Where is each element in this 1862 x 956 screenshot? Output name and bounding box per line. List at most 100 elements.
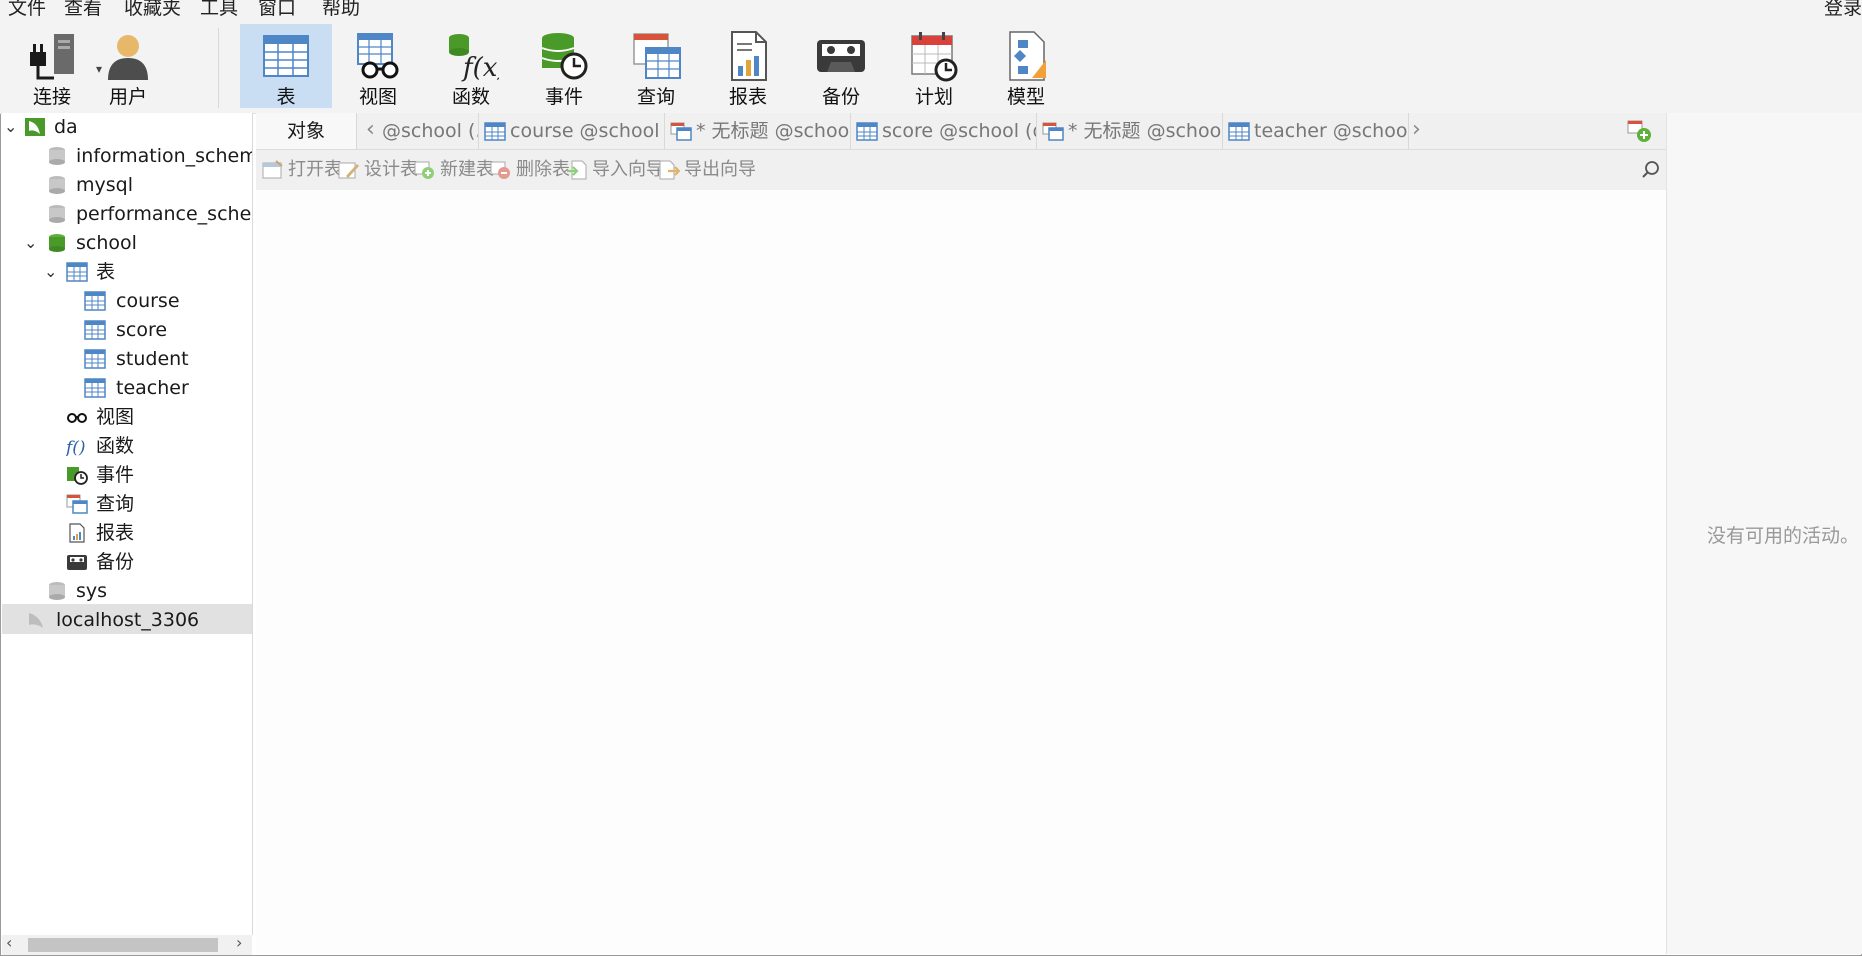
object-toolbar: 打开表 设计表 新建表 删除表 导入向导 导出向导 (256, 150, 1666, 190)
table-icon (84, 320, 106, 340)
tab-item[interactable]: teacher @school (d... (1222, 113, 1409, 149)
tab-item[interactable]: course @school (da... (478, 113, 665, 149)
database-open-icon (49, 234, 65, 252)
import-icon (567, 160, 587, 180)
design-table-icon (338, 162, 359, 179)
toolbar-model-label: 模型 (1006, 86, 1045, 108)
menu-window[interactable]: 窗口 (258, 0, 296, 18)
login-link[interactable]: 登录 (1824, 0, 1862, 18)
menu-view[interactable]: 查看 (64, 0, 102, 18)
database-icon (49, 205, 65, 223)
open-table-button[interactable]: 打开表 (262, 158, 346, 182)
query-icon (1042, 122, 1064, 141)
info-pane: 没有可用的活动。 (1666, 113, 1862, 954)
no-activity-message: 没有可用的活动。 (1707, 525, 1860, 547)
database-icon (49, 176, 65, 194)
scroll-left-icon[interactable]: ‹ (6, 933, 12, 952)
toolbar-table-label: 表 (276, 86, 296, 108)
toolbar-user-button[interactable]: 用户 (82, 24, 174, 108)
search-icon[interactable] (1641, 160, 1661, 180)
toolbar-schedule-label: 计划 (914, 86, 953, 108)
view-glasses-icon (357, 33, 399, 79)
main-toolbar: 连接 ▾ 用户 表 视图 f(x) 函数 (0, 18, 1862, 114)
table-icon (484, 122, 506, 141)
export-icon (659, 160, 680, 180)
table-icon (84, 378, 106, 398)
tab-item[interactable]: * 无标题 @school (... (1036, 113, 1223, 149)
add-icon (414, 161, 434, 179)
toolbar-table-button[interactable]: 表 (240, 24, 332, 108)
connection-plug-icon (30, 34, 74, 80)
table-icon (66, 262, 88, 282)
new-tab-icon[interactable] (1626, 119, 1652, 143)
toolbar-view-label: 视图 (358, 86, 397, 108)
table-icon (84, 349, 106, 369)
event-clock-icon (541, 33, 588, 80)
function-icon: f() (66, 438, 86, 456)
menu-tools[interactable]: 工具 (200, 0, 238, 18)
event-clock-icon (67, 467, 88, 485)
query-icon (66, 494, 88, 514)
tab-scroll-left-icon[interactable]: ‹ (366, 113, 375, 149)
database-icon (49, 582, 65, 600)
toolbar-user-label: 用户 (108, 86, 147, 108)
menu-help[interactable]: 帮助 (322, 0, 360, 18)
table-icon (84, 291, 106, 311)
table-icon (263, 35, 309, 77)
scroll-right-icon[interactable]: › (236, 933, 242, 952)
export-wizard-button[interactable]: 导出向导 (658, 158, 758, 182)
backup-icon (67, 555, 87, 570)
menu-bar: 文件 查看 收藏夹 工具 窗口 帮助 登录 (0, 0, 1862, 18)
report-icon (731, 31, 767, 81)
navigation-tree: ⌄ da information_schema mysql performanc… (2, 113, 253, 935)
toolbar-function-button[interactable]: f(x) 函数 (425, 24, 517, 108)
tab-bar: 对象 ‹ @school (... course @school (da... … (256, 113, 1666, 150)
scrollbar-thumb[interactable] (28, 938, 218, 952)
table-icon (1228, 122, 1250, 141)
toolbar-event-label: 事件 (544, 86, 583, 108)
backup-icon (817, 40, 865, 72)
user-icon (108, 35, 148, 80)
menu-file[interactable]: 文件 (8, 0, 46, 18)
toolbar-function-label: 函数 (451, 86, 490, 108)
tab-objects[interactable]: 对象 (256, 113, 357, 149)
design-table-button[interactable]: 设计表 (338, 158, 422, 182)
delete-table-button[interactable]: 删除表 (490, 158, 574, 182)
toolbar-schedule-button[interactable]: 计划 (888, 24, 980, 108)
delete-icon (490, 161, 510, 179)
toolbar-separator (218, 28, 219, 108)
chevron-down-icon[interactable]: ⌄ (24, 229, 37, 257)
svg-text:f(): f() (66, 438, 86, 456)
object-list-area[interactable] (256, 190, 1666, 954)
query-icon (670, 122, 692, 141)
report-icon (69, 523, 85, 543)
tab-item[interactable]: @school (... (378, 113, 479, 149)
svg-text:f(x): f(x) (461, 53, 499, 82)
view-glasses-icon (67, 413, 87, 423)
toolbar-query-label: 查询 (636, 86, 675, 108)
chevron-down-icon[interactable]: ⌄ (4, 113, 17, 141)
tab-scroll-right-icon[interactable]: › (1412, 113, 1421, 149)
tab-item[interactable]: * 无标题 @school (... (664, 113, 851, 149)
new-table-button[interactable]: 新建表 (414, 158, 498, 182)
toolbar-model-button[interactable]: 模型 (980, 24, 1072, 108)
model-icon (1009, 31, 1046, 81)
chevron-down-icon[interactable]: ⌄ (44, 258, 57, 286)
connection-open-icon (25, 118, 45, 136)
toolbar-view-button[interactable]: 视图 (332, 24, 424, 108)
open-table-icon (262, 160, 283, 179)
import-wizard-button[interactable]: 导入向导 (566, 158, 666, 182)
toolbar-report-button[interactable]: 报表 (702, 24, 794, 108)
toolbar-query-button[interactable]: 查询 (610, 24, 702, 108)
tree-horizontal-scrollbar[interactable]: ‹ › (2, 933, 252, 955)
toolbar-backup-button[interactable]: 备份 (795, 24, 887, 108)
menu-favorites[interactable]: 收藏夹 (124, 0, 181, 18)
toolbar-event-button[interactable]: 事件 (518, 24, 610, 108)
toolbar-backup-label: 备份 (821, 86, 860, 108)
function-icon: f(x) (449, 34, 499, 82)
toolbar-report-label: 报表 (728, 86, 767, 108)
connection-closed-icon (29, 613, 43, 628)
schedule-calendar-icon (911, 32, 958, 82)
tab-item[interactable]: score @school (da) ... (850, 113, 1037, 149)
query-icon (633, 33, 681, 79)
